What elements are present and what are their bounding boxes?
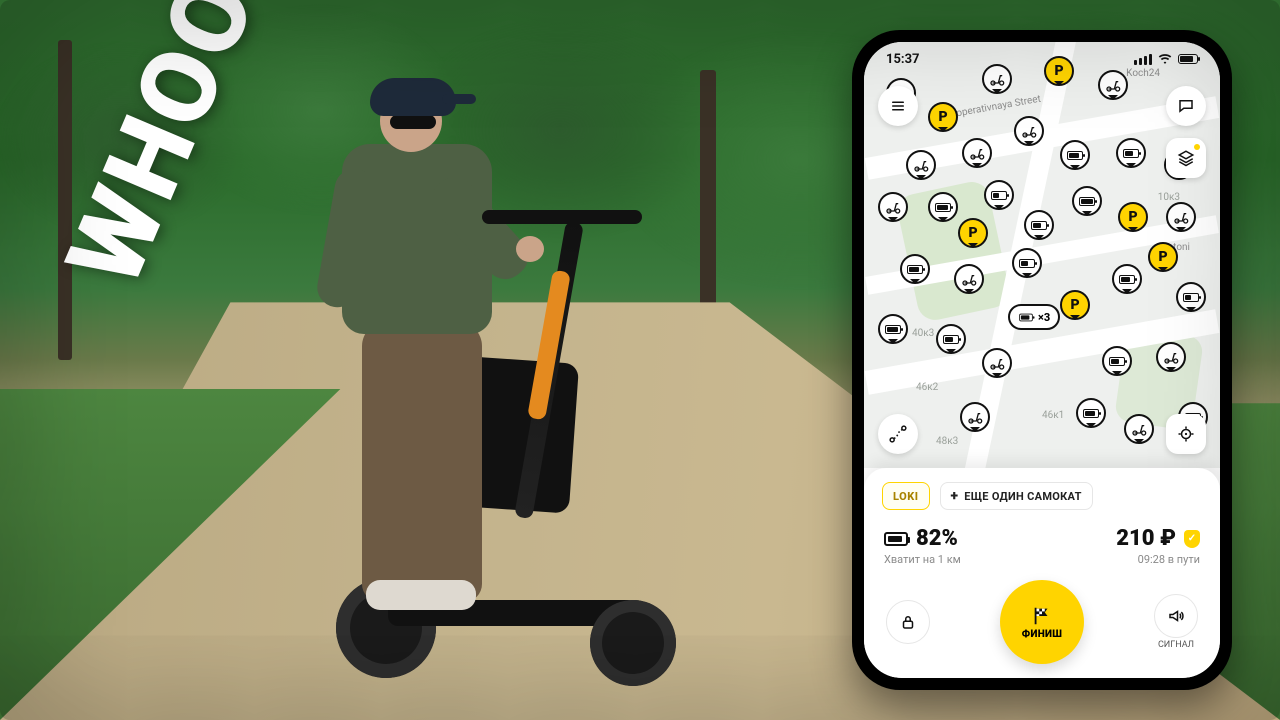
scooter-pin[interactable] [960, 402, 990, 432]
house-number: 46к1 [1042, 410, 1064, 421]
battery-stat: 82% Хватит на 1 км [884, 526, 961, 566]
route-button[interactable] [878, 414, 918, 454]
crosshair-icon [1177, 425, 1195, 443]
battery-percent: 82% [916, 526, 958, 551]
signal-label: СИГНАЛ [1158, 640, 1194, 650]
scooter-pin[interactable] [878, 314, 908, 344]
insurance-shield-icon: ✓ [1184, 530, 1200, 548]
scooter-pin[interactable] [928, 192, 958, 222]
phone-mockup: 15:37 Kooperativnaya Street Koch24 Baton… [852, 30, 1232, 690]
scooter-pin[interactable] [1102, 346, 1132, 376]
menu-button[interactable] [878, 86, 918, 126]
flag-icon [1031, 605, 1053, 627]
scooter-pin[interactable] [1060, 140, 1090, 170]
chat-button[interactable] [1166, 86, 1206, 126]
add-scooter-label: ЕЩЕ ОДИН САМОКАТ [964, 490, 1081, 503]
layers-icon [1177, 149, 1195, 167]
lock-button[interactable] [886, 600, 930, 644]
tab-current-scooter[interactable]: LOKI [882, 482, 930, 510]
scooter-pin[interactable] [878, 192, 908, 222]
parking-pin[interactable]: P [1118, 202, 1148, 232]
scooter-pin[interactable] [984, 180, 1014, 210]
battery-subtext: Хватит на 1 км [884, 553, 961, 566]
scooter-pin[interactable] [1166, 202, 1196, 232]
route-icon [888, 424, 908, 444]
house-number: 40к3 [912, 328, 934, 339]
scooter-pin[interactable] [1176, 282, 1206, 312]
scooter-pin[interactable] [954, 264, 984, 294]
layers-button[interactable] [1166, 138, 1206, 178]
parking-pin[interactable]: P [928, 102, 958, 132]
parking-pin[interactable]: P [1060, 290, 1090, 320]
wifi-icon [1158, 52, 1172, 66]
scooter-pin[interactable] [1076, 398, 1106, 428]
locate-button[interactable] [1166, 414, 1206, 454]
scooter-pin[interactable] [1124, 414, 1154, 444]
scooter-pin[interactable] [1072, 186, 1102, 216]
trip-price: 210 ₽ [1116, 526, 1176, 551]
status-bar: 15:37 [864, 42, 1220, 76]
scooter-pin[interactable] [1024, 210, 1054, 240]
menu-icon [889, 97, 907, 115]
scooter-pin[interactable] [900, 254, 930, 284]
parking-pin[interactable]: P [958, 218, 988, 248]
house-number: 48к3 [936, 436, 958, 447]
scooter-pin[interactable] [1156, 342, 1186, 372]
scooter-pin[interactable] [962, 138, 992, 168]
house-number: 46к2 [916, 382, 938, 393]
cell-signal-icon [1134, 54, 1152, 65]
finish-label: ФИНИШ [1022, 629, 1062, 640]
battery-icon [884, 532, 908, 546]
battery-icon [1178, 54, 1198, 64]
horn-icon [1166, 607, 1186, 625]
scooter-pin[interactable] [982, 348, 1012, 378]
parking-pin[interactable]: P [1148, 242, 1178, 272]
chat-icon [1177, 97, 1195, 115]
finish-button[interactable]: ФИНИШ [1000, 580, 1084, 664]
add-scooter-button[interactable]: + ЕЩЕ ОДИН САМОКАТ [940, 482, 1093, 510]
ride-bottom-sheet: LOKI + ЕЩЕ ОДИН САМОКАТ 82% Хватит на 1 … [864, 468, 1220, 678]
scooter-pin[interactable] [1116, 138, 1146, 168]
scooter-pin[interactable] [906, 150, 936, 180]
scooter-pin[interactable] [1012, 248, 1042, 278]
scooter-pin[interactable] [1014, 116, 1044, 146]
scooter-pin[interactable] [1112, 264, 1142, 294]
cluster-count: ×3 [1038, 311, 1050, 324]
status-time: 15:37 [886, 52, 920, 67]
trip-duration: 09:28 в пути [1116, 553, 1200, 566]
cluster-pin[interactable]: ×3 [1008, 304, 1060, 330]
person-on-scooter [270, 60, 650, 690]
app-screen: 15:37 Kooperativnaya Street Koch24 Baton… [864, 42, 1220, 678]
scooter-pin[interactable] [936, 324, 966, 354]
price-stat: 210 ₽ ✓ 09:28 в пути [1116, 526, 1200, 566]
signal-button[interactable] [1154, 594, 1198, 638]
plus-icon: + [951, 488, 959, 504]
lock-icon [899, 613, 917, 631]
